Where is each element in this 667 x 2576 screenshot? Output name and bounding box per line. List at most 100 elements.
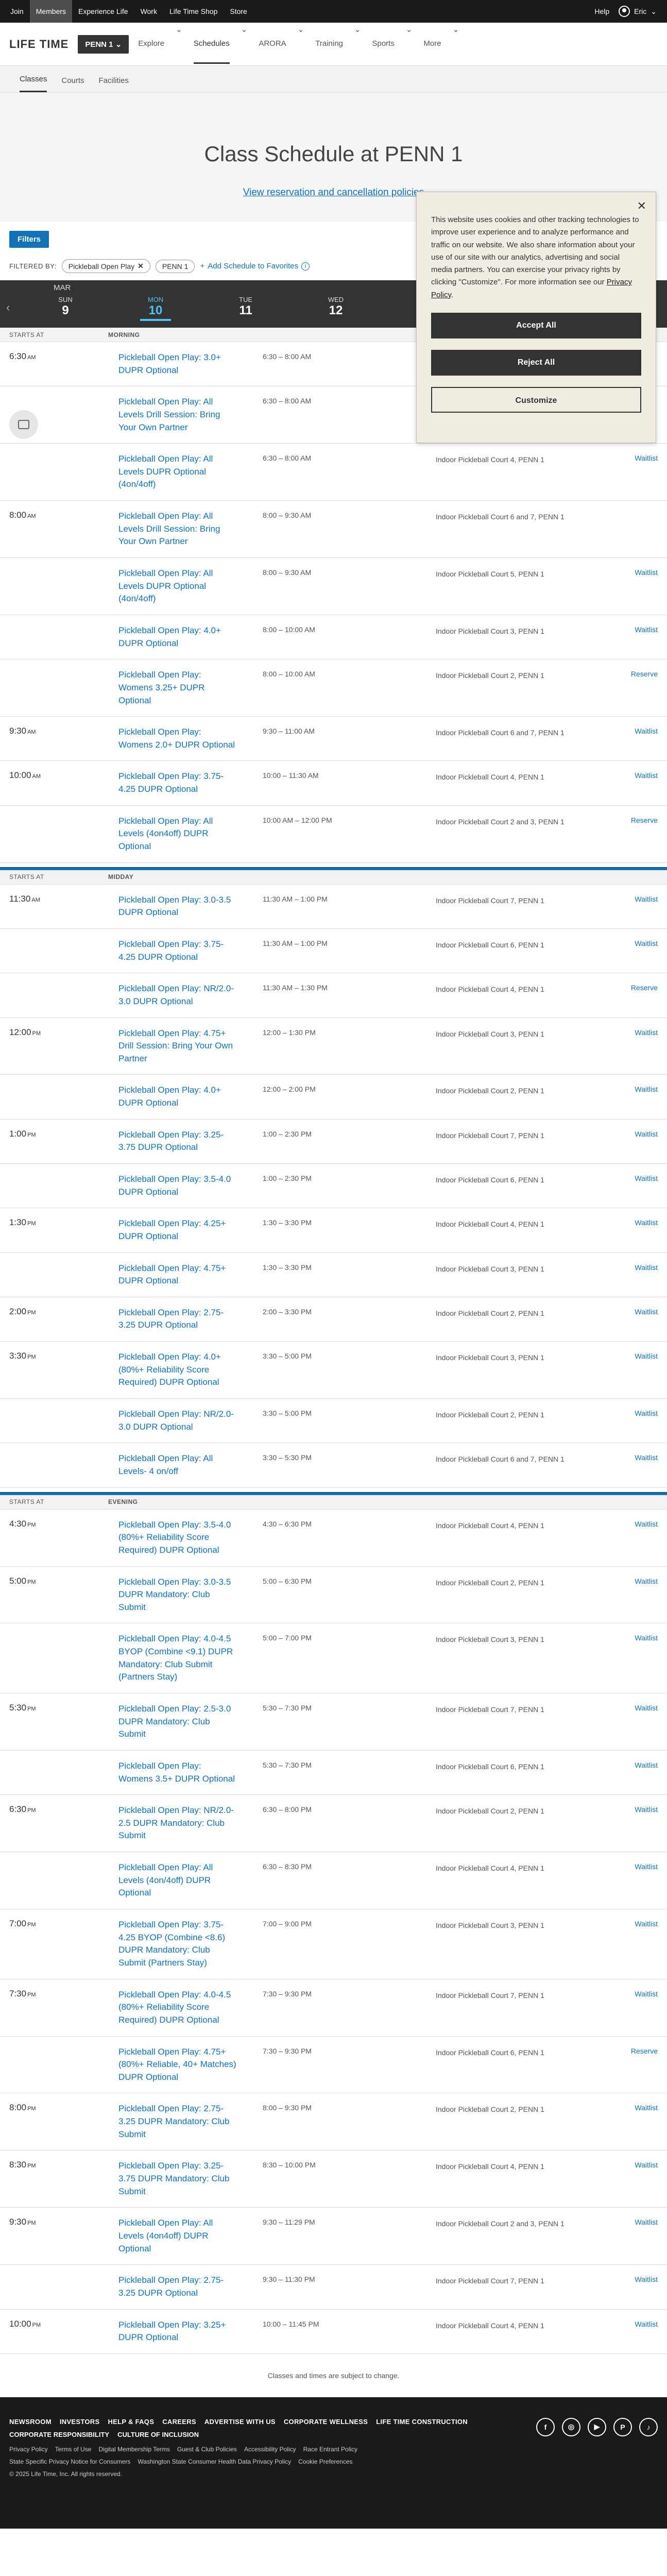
reserve-button[interactable]: Reserve [601, 973, 667, 1017]
waitlist-button[interactable]: Waitlist [601, 1399, 667, 1443]
reject-all-button[interactable]: Reject All [431, 350, 641, 376]
footer-link[interactable]: CAREERS [162, 2418, 196, 2426]
class-name-link[interactable]: Pickleball Open Play: All Levels Drill S… [108, 386, 243, 443]
filter-chip[interactable]: PENN 1 [155, 259, 195, 273]
class-name-link[interactable]: Pickleball Open Play: 3.25-3.75 DUPR Man… [108, 2150, 243, 2207]
class-name-link[interactable]: Pickleball Open Play: 3.0+ DUPR Optional [108, 342, 243, 386]
class-name-link[interactable]: Pickleball Open Play: 3.75-4.25 DUPR Opt… [108, 929, 243, 973]
waitlist-button[interactable]: Waitlist [601, 1751, 667, 1794]
class-name-link[interactable]: Pickleball Open Play: All Levels (4on/4o… [108, 1852, 243, 1909]
class-name-link[interactable]: Pickleball Open Play: 3.25-3.75 DUPR Opt… [108, 1120, 243, 1163]
waitlist-button[interactable]: Waitlist [601, 1253, 667, 1297]
facebook-icon[interactable]: f [536, 2417, 555, 2436]
date-tab[interactable]: WED 12 [320, 296, 351, 318]
waitlist-button[interactable]: Waitlist [601, 615, 667, 659]
class-name-link[interactable]: Pickleball Open Play: All Levels (4on4of… [108, 806, 243, 862]
waitlist-button[interactable]: Waitlist [601, 761, 667, 805]
class-name-link[interactable]: Pickleball Open Play: 4.75+ Drill Sessio… [108, 1018, 243, 1075]
waitlist-button[interactable]: Waitlist [601, 558, 667, 615]
waitlist-button[interactable]: Waitlist [601, 1510, 667, 1566]
class-name-link[interactable]: Pickleball Open Play: 3.75-4.25 DUPR Opt… [108, 761, 243, 805]
waitlist-button[interactable]: Waitlist [601, 1852, 667, 1909]
class-name-link[interactable]: Pickleball Open Play: 4.75+ (80%+ Reliab… [108, 2037, 243, 2093]
top-tab[interactable]: Store [224, 0, 253, 23]
nav-item[interactable]: Explore [138, 25, 164, 64]
waitlist-button[interactable]: Waitlist [601, 1164, 667, 1208]
waitlist-button[interactable]: Waitlist [601, 2265, 667, 2309]
waitlist-button[interactable]: Waitlist [601, 1909, 667, 1979]
class-name-link[interactable]: Pickleball Open Play: NR/2.0-3.0 DUPR Op… [108, 973, 243, 1017]
top-tab[interactable]: Experience Life [72, 0, 134, 23]
close-icon[interactable]: ✕ [637, 199, 646, 213]
legal-link[interactable]: Digital Membership Terms [98, 2446, 170, 2453]
tiktok-icon[interactable]: ♪ [639, 2417, 658, 2436]
waitlist-button[interactable]: Waitlist [601, 2310, 667, 2353]
footer-link[interactable]: CULTURE OF INCLUSION [117, 2431, 199, 2438]
class-name-link[interactable]: Pickleball Open Play: 4.0-4.5 (80%+ Reli… [108, 1979, 243, 2036]
footer-link[interactable]: LIFE TIME CONSTRUCTION [376, 2418, 468, 2426]
filters-button[interactable]: Filters [9, 231, 49, 248]
class-name-link[interactable]: Pickleball Open Play: 4.0+ (80%+ Reliabi… [108, 1342, 243, 1398]
footer-link[interactable]: HELP & FAQS [108, 2418, 154, 2426]
subnav-tab[interactable]: Courts [61, 76, 84, 92]
add-favorites-link[interactable]: + Add Schedule to Favorites i [200, 262, 310, 270]
chat-button[interactable] [9, 410, 38, 439]
waitlist-button[interactable]: Waitlist [601, 2208, 667, 2264]
waitlist-button[interactable]: Waitlist [601, 1342, 667, 1398]
legal-link[interactable]: Race Entrant Policy [303, 2446, 357, 2453]
close-icon[interactable]: ✕ [138, 262, 144, 270]
reserve-button[interactable]: Reserve [601, 806, 667, 862]
info-icon[interactable]: i [301, 262, 310, 270]
date-tab[interactable]: SUN 9 [50, 296, 81, 318]
subnav-tab[interactable]: Classes [20, 75, 47, 92]
waitlist-button[interactable]: Waitlist [601, 2093, 667, 2150]
footer-link[interactable]: NEWSROOM [9, 2418, 52, 2426]
legal-link[interactable]: Cookie Preferences [298, 2458, 352, 2465]
class-name-link[interactable]: Pickleball Open Play: All Levels DUPR Op… [108, 444, 243, 500]
nav-item[interactable]: ARORA [259, 25, 286, 64]
logo[interactable]: LIFE TIME [9, 38, 69, 51]
footer-link[interactable]: INVESTORS [60, 2418, 100, 2426]
class-name-link[interactable]: Pickleball Open Play: 2.5-3.0 DUPR Manda… [108, 1693, 243, 1750]
waitlist-button[interactable]: Waitlist [601, 444, 667, 500]
class-name-link[interactable]: Pickleball Open Play: All Levels DUPR Op… [108, 558, 243, 615]
waitlist-button[interactable]: Waitlist [601, 1979, 667, 2036]
waitlist-button[interactable]: Waitlist [601, 1120, 667, 1163]
waitlist-button[interactable]: Waitlist [601, 929, 667, 973]
legal-link[interactable]: Privacy Policy [9, 2446, 48, 2453]
waitlist-button[interactable]: Waitlist [601, 885, 667, 928]
footer-link[interactable]: CORPORATE RESPONSIBILITY [9, 2431, 109, 2438]
pinterest-icon[interactable]: P [613, 2417, 632, 2436]
top-tab[interactable]: Life Time Shop [163, 0, 224, 23]
legal-link[interactable]: Accessibility Policy [244, 2446, 296, 2453]
class-name-link[interactable]: Pickleball Open Play: 4.0+ DUPR Optional [108, 1075, 243, 1118]
accept-all-button[interactable]: Accept All [431, 313, 641, 339]
waitlist-button[interactable]: Waitlist [601, 1018, 667, 1075]
class-name-link[interactable]: Pickleball Open Play: Womens 3.25+ DUPR … [108, 659, 243, 716]
waitlist-button[interactable]: Waitlist [601, 1443, 667, 1487]
nav-item[interactable]: Schedules [193, 25, 230, 64]
waitlist-button[interactable]: Waitlist [601, 1795, 667, 1852]
class-name-link[interactable]: Pickleball Open Play: All Levels Drill S… [108, 501, 243, 557]
top-tab[interactable]: Work [134, 0, 163, 23]
legal-link[interactable]: Washington State Consumer Health Data Pr… [138, 2458, 291, 2465]
chevron-left-icon[interactable]: ‹ [6, 301, 10, 314]
waitlist-button[interactable] [601, 501, 667, 557]
waitlist-button[interactable]: Waitlist [601, 1567, 667, 1623]
class-name-link[interactable]: Pickleball Open Play: Womens 3.5+ DUPR O… [108, 1751, 243, 1794]
help-link[interactable]: Help [594, 7, 609, 15]
class-name-link[interactable]: Pickleball Open Play: 3.0-3.5 DUPR Optio… [108, 885, 243, 928]
footer-link[interactable]: ADVERTISE WITH US [204, 2418, 276, 2426]
waitlist-button[interactable]: Waitlist [601, 717, 667, 760]
waitlist-button[interactable]: Waitlist [601, 1208, 667, 1252]
subnav-tab[interactable]: Facilities [99, 76, 129, 92]
class-name-link[interactable]: Pickleball Open Play: NR/2.0-2.5 DUPR Ma… [108, 1795, 243, 1852]
class-name-link[interactable]: Pickleball Open Play: 4.25+ DUPR Optiona… [108, 1208, 243, 1252]
youtube-icon[interactable]: ▶ [588, 2417, 606, 2436]
legal-link[interactable]: State Specific Privacy Notice for Consum… [9, 2458, 130, 2465]
class-name-link[interactable]: Pickleball Open Play: 3.5-4.0 (80%+ Reli… [108, 1510, 243, 1566]
reserve-button[interactable]: Reserve [601, 659, 667, 716]
class-name-link[interactable]: Pickleball Open Play: 2.75-3.25 DUPR Man… [108, 2093, 243, 2150]
waitlist-button[interactable]: Waitlist [601, 1075, 667, 1118]
date-tab[interactable]: MON 10 [140, 296, 171, 321]
